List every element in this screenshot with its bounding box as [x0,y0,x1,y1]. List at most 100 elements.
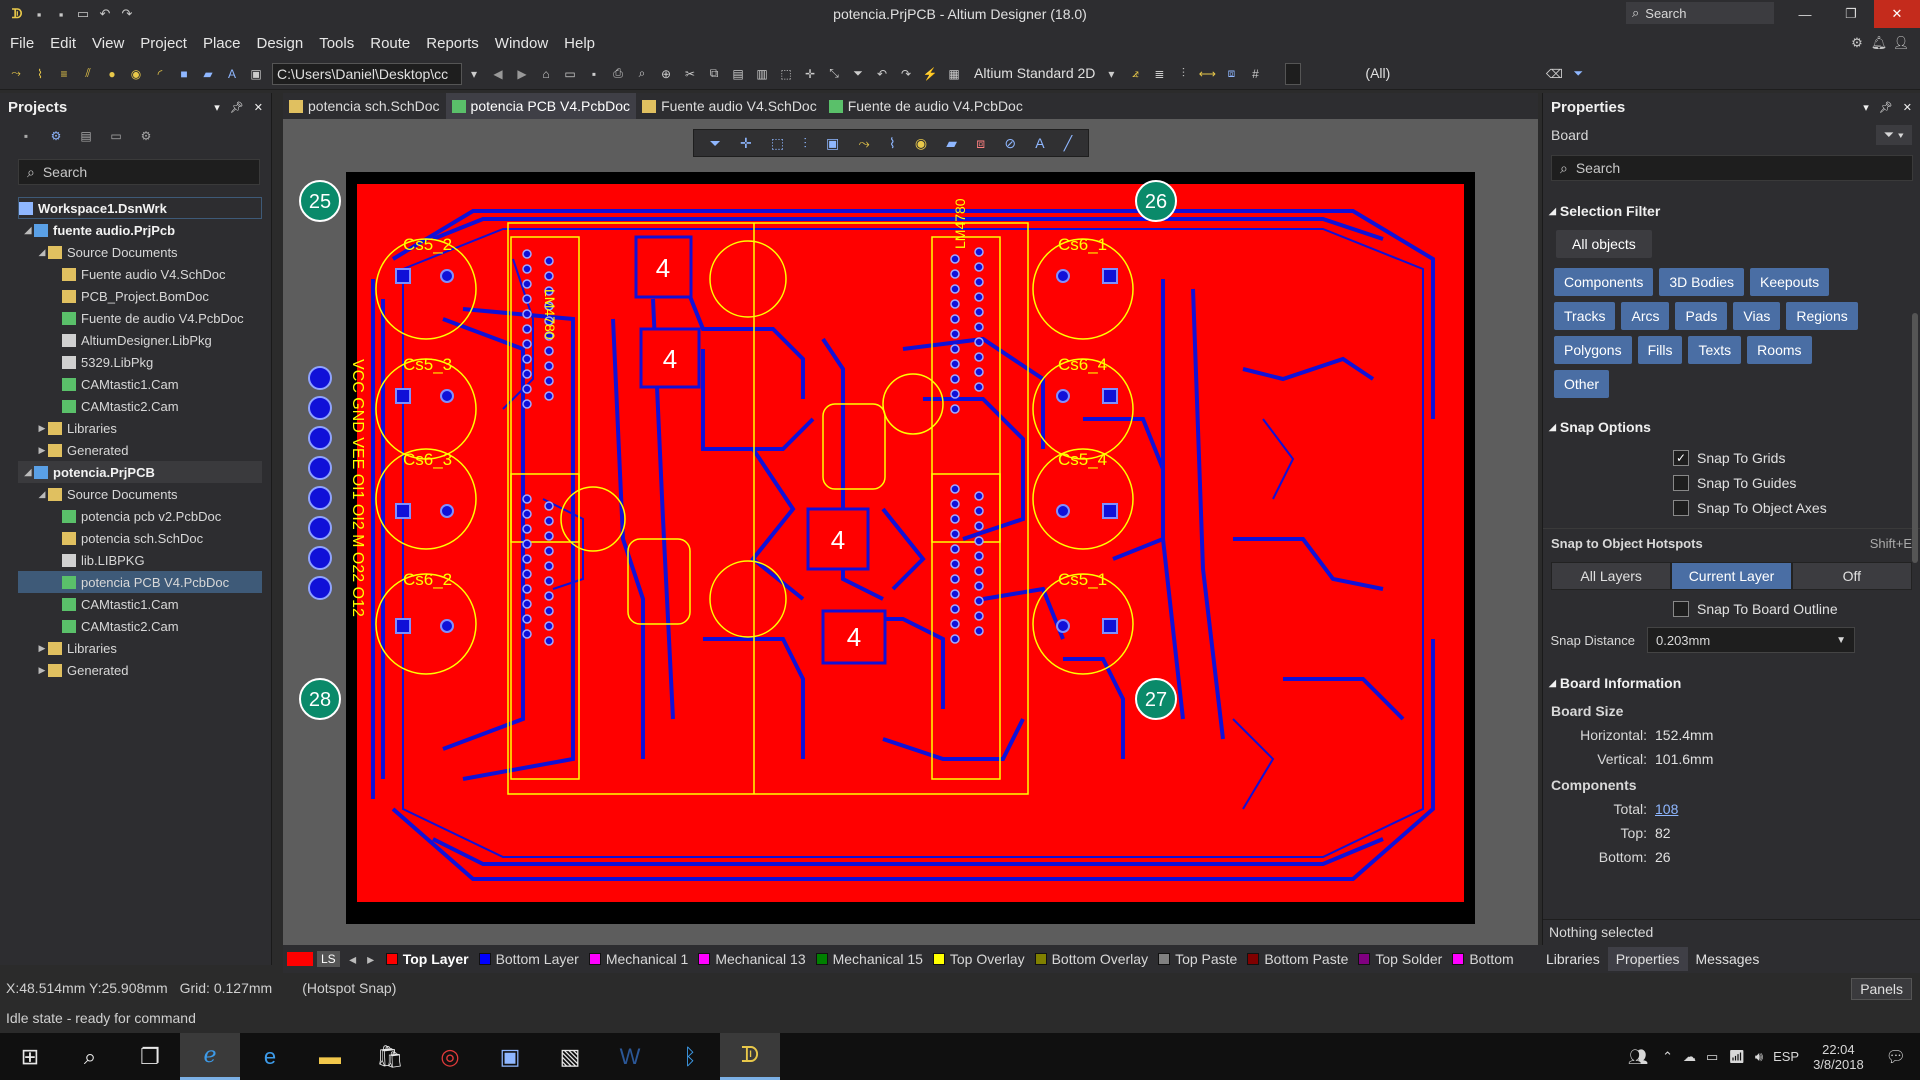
forward-icon[interactable]: ▶ [512,64,532,84]
folder-icon[interactable]: ▭ [106,126,126,146]
app-3d-icon[interactable]: ▧ [540,1033,600,1080]
layer-tab[interactable]: Bottom [1452,951,1514,967]
zoom-icon[interactable]: ⌕ [632,64,652,84]
filter-chip-texts[interactable]: Texts [1688,336,1742,364]
layer-tab[interactable]: Mechanical 15 [815,951,923,967]
notifications-bell-icon[interactable]: 🔔︎ [1868,32,1890,54]
tab-libraries[interactable]: Libraries [1538,947,1608,971]
view-mode-select[interactable]: Altium Standard 2D [970,63,1099,85]
layer-scroll-left[interactable]: ◂ [344,951,362,968]
align-icon[interactable]: ≣ [1149,64,1169,84]
tab-properties[interactable]: Properties [1607,947,1688,971]
expand-arrow-icon[interactable]: ◢ [36,489,48,500]
pad-icon[interactable]: ● [102,64,122,84]
document-tab[interactable]: potencia sch.SchDoc [283,93,446,119]
document-tab[interactable]: potencia PCB V4.PcbDoc [445,93,637,119]
hotspot-mode-off[interactable]: Off [1791,562,1912,590]
language-indicator[interactable]: ESP [1773,1049,1799,1064]
menu-project[interactable]: Project [132,35,195,52]
move-icon[interactable]: ✛ [800,64,820,84]
panel-close-icon[interactable]: ✕ [254,101,263,114]
people-icon[interactable]: 👥︎ [1628,1047,1648,1067]
selection-filter-header[interactable]: ◢ Selection Filter [1543,197,1920,225]
clear-filter-icon[interactable]: ⌫ [1544,64,1564,84]
user-account-icon[interactable]: 👤︎ [1890,32,1912,54]
save-doc-icon[interactable]: ▪ [584,64,604,84]
document-item[interactable]: AltiumDesigner.LibPkg [18,329,262,351]
all-objects-button[interactable]: All objects [1556,230,1652,258]
folder-item[interactable]: ▶ Generated [18,659,262,681]
panel-close-icon[interactable]: ✕ [1903,101,1912,114]
menu-view[interactable]: View [84,35,132,52]
path-field[interactable]: C:\Users\Daniel\Desktop\cc [272,62,462,85]
workspace-item[interactable]: Workspace1.DsnWrk [18,197,262,219]
diff-pair-icon[interactable]: ≡ [54,64,74,84]
layer-select[interactable] [1285,62,1302,85]
file-explorer-icon[interactable]: ▬ [300,1033,360,1080]
cut-icon[interactable]: ✂ [680,64,700,84]
hotspot-mode-all-layers[interactable]: All Layers [1551,562,1672,590]
layer-tab[interactable]: Top Paste [1158,951,1237,967]
total-value[interactable]: 108 [1655,801,1678,817]
collapse-arrow-icon[interactable]: ▶ [36,423,48,434]
filter-chip-arcs[interactable]: Arcs [1621,302,1670,330]
menu-route[interactable]: Route [362,35,418,52]
document-item[interactable]: CAMtastic1.Cam [18,373,262,395]
document-tab[interactable]: Fuente de audio V4.PcbDoc [823,93,1029,119]
filter-chip-tracks[interactable]: Tracks [1554,302,1616,330]
folder-item[interactable]: ◢ Source Documents [18,483,262,505]
interactive-route-icon[interactable]: ⌇ [30,64,50,84]
hotspot-mode-current-layer[interactable]: Current Layer [1671,562,1792,590]
filter-chip-pads[interactable]: Pads [1675,302,1728,330]
layer-tab[interactable]: Top Layer [385,951,469,967]
panel-menu-icon[interactable]: ▾ [214,101,220,114]
clock[interactable]: 22:04 3/8/2018 [1813,1042,1864,1072]
menu-file[interactable]: File [2,35,42,52]
menu-window[interactable]: Window [487,35,556,52]
board-information-header[interactable]: ◢ Board Information [1543,669,1920,697]
panel-menu-icon[interactable]: ▾ [1863,101,1869,114]
document-item[interactable]: potencia PCB V4.PcbDoc [18,571,262,593]
current-layer-color[interactable] [287,952,313,966]
folder-item[interactable]: ▶ Generated [18,439,262,461]
layer-scroll-right[interactable]: ▸ [362,951,380,968]
wifi-icon[interactable]: 📶︎ [1728,1049,1745,1065]
layer-tab[interactable]: Top Overlay [932,951,1025,967]
filter-chip-regions[interactable]: Regions [1786,302,1858,330]
edge-browser-icon[interactable]: e [240,1033,300,1080]
snap-board-outline-checkbox[interactable]: Snap To Board Outline [1543,596,1920,621]
room-icon[interactable]: ⧈ [1221,64,1241,84]
folder-item[interactable]: ▶ Libraries [18,417,262,439]
pcb-canvas[interactable]: ⏷ ✛ ⬚ ⫶ ▣ ⤳ ⌇ ◉ ▰ ⧈ ⊘ A ╱ 4 4 4 4 25 26 … [283,119,1538,945]
open-folder-icon[interactable]: ▭ [72,3,94,25]
snap-checkbox[interactable]: Snap To Guides [1543,470,1920,495]
pin-icon[interactable]: 📌︎ [230,101,244,114]
internet-explorer-icon[interactable]: ℯ [180,1033,240,1080]
filter-funnel-icon[interactable]: ⏷ [1568,64,1588,84]
menu-design[interactable]: Design [249,35,312,52]
document-item[interactable]: CAMtastic2.Cam [18,395,262,417]
snap-distance-select[interactable]: 0.203mm ▼ [1647,627,1855,653]
save-icon[interactable]: ▪ [28,3,50,25]
select-area-icon[interactable]: ⬚ [776,64,796,84]
document-item[interactable]: 5329.LibPkg [18,351,262,373]
filter-icon[interactable]: ⏷ [848,64,868,84]
document-item[interactable]: potencia sch.SchDoc [18,527,262,549]
filter-chip-components[interactable]: Components [1554,268,1654,296]
deselect-icon[interactable]: ⤡ [824,64,844,84]
layer-set-button[interactable]: LS [317,951,340,967]
layer-tab[interactable]: Mechanical 13 [698,951,806,967]
collapse-arrow-icon[interactable]: ▶ [36,665,48,676]
dimension-icon[interactable]: ⟷ [1197,64,1217,84]
menu-help[interactable]: Help [556,35,603,52]
filter-chip-polygons[interactable]: Polygons [1554,336,1632,364]
tab-messages[interactable]: Messages [1688,947,1768,971]
filter-chip-fills[interactable]: Fills [1637,336,1683,364]
document-item[interactable]: CAMtastic2.Cam [18,615,262,637]
properties-scrollbar[interactable] [1912,313,1918,563]
arc-icon[interactable]: ◜ [150,64,170,84]
close-button[interactable]: ✕ [1874,0,1920,28]
projects-search-input[interactable]: ⌕ Search [18,159,260,185]
filter-chip-rooms[interactable]: Rooms [1747,336,1812,364]
document-item[interactable]: Fuente de audio V4.PcbDoc [18,307,262,329]
